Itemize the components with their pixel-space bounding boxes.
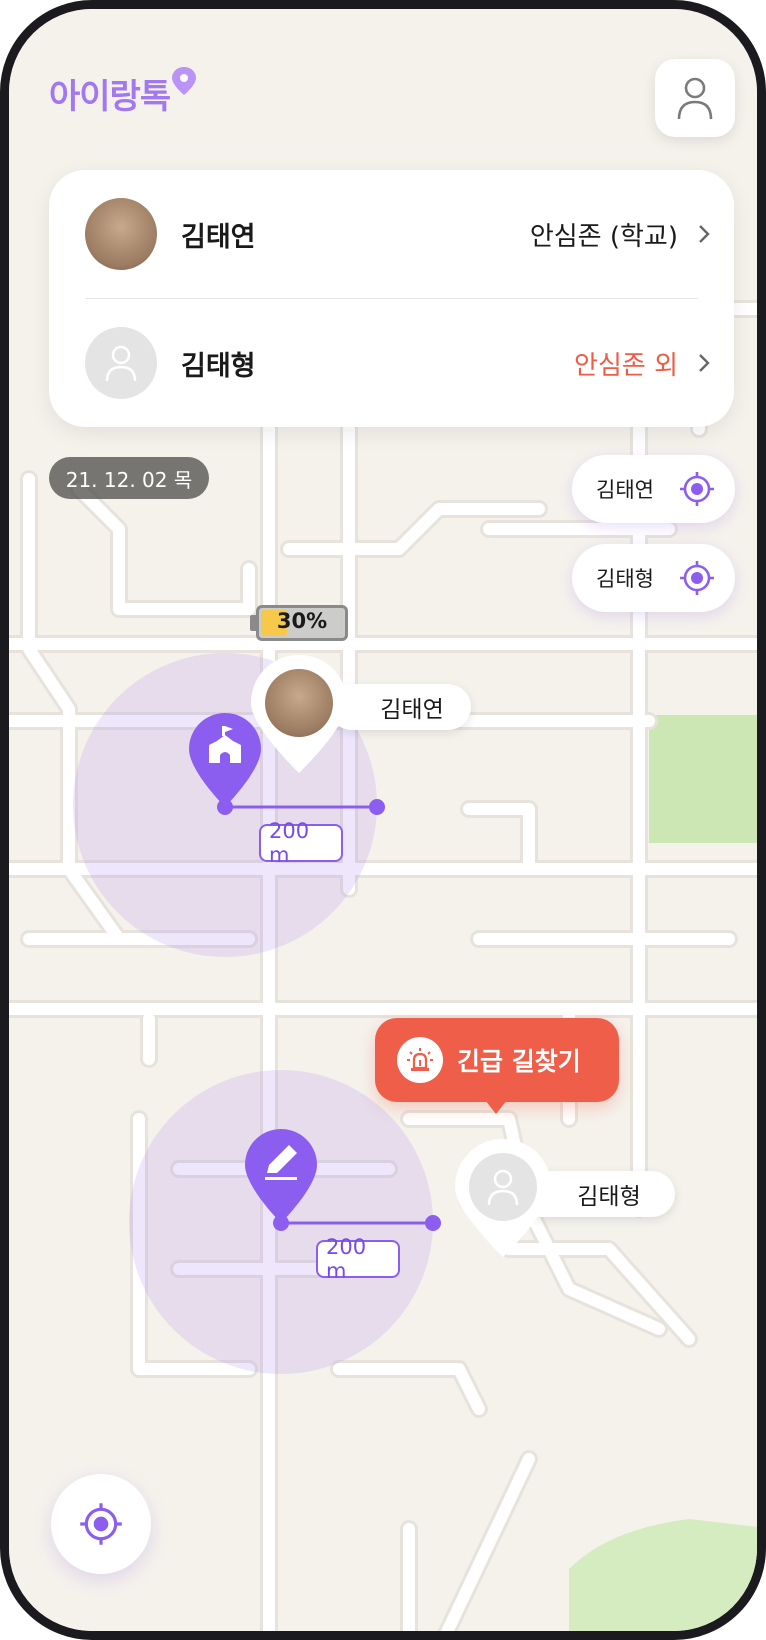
zone-radius-label: 200 m (259, 819, 343, 867)
children-card: 김태연 안심존 (학교) 김태형 안심존 외 (49, 170, 734, 427)
locate-label: 김태형 (596, 567, 654, 591)
zone-radius-label: 200 m (316, 1235, 400, 1283)
crosshair-icon (680, 561, 714, 595)
locate-child-taehyeong[interactable]: 김태형 (572, 544, 735, 612)
location-pin-icon (172, 67, 197, 95)
child-photo (85, 198, 157, 270)
crosshair-icon (80, 1503, 122, 1545)
locate-label: 김태연 (596, 478, 654, 502)
pencil-zone-pin[interactable] (245, 1129, 317, 1223)
person-placeholder-icon (85, 327, 157, 399)
zone-status: 안심존 외 (574, 350, 678, 381)
locate-child-taeyeon[interactable]: 김태연 (572, 455, 735, 523)
siren-icon (397, 1037, 443, 1083)
chevron-right-icon (699, 354, 710, 372)
battery-indicator: 30% (256, 605, 348, 641)
logo-text: 아이랑톡 (49, 77, 171, 117)
zone-status: 안심존 (학교) (529, 221, 678, 252)
chevron-right-icon (699, 225, 710, 243)
child-row-taehyeong[interactable]: 김태형 안심존 외 (49, 299, 734, 427)
battery-label: 30% (276, 609, 328, 633)
child-name: 김태형 (181, 350, 256, 382)
my-location-button[interactable] (51, 1474, 151, 1574)
child-photo (265, 669, 333, 737)
emergency-route-button[interactable]: 긴급 길찾기 (375, 1018, 619, 1102)
person-outline-icon (677, 77, 713, 120)
phone-frame: 200 m 200 m 김태연 30% 김태형 긴급 길찾기 아이랑톡 김태연 … (0, 0, 766, 1640)
profile-button[interactable] (655, 59, 735, 137)
child-row-taeyeon[interactable]: 김태연 안심존 (학교) (49, 170, 734, 298)
person-placeholder-icon (469, 1153, 537, 1221)
emergency-tail (485, 1100, 507, 1114)
date-chip: 21. 12. 02 목 (49, 457, 209, 499)
marker-name-tag: 김태연 (329, 684, 471, 730)
emergency-label: 긴급 길찾기 (457, 1047, 581, 1076)
app-logo: 아이랑톡 (49, 67, 197, 118)
crosshair-icon (680, 472, 714, 506)
child-name: 김태연 (181, 221, 256, 253)
